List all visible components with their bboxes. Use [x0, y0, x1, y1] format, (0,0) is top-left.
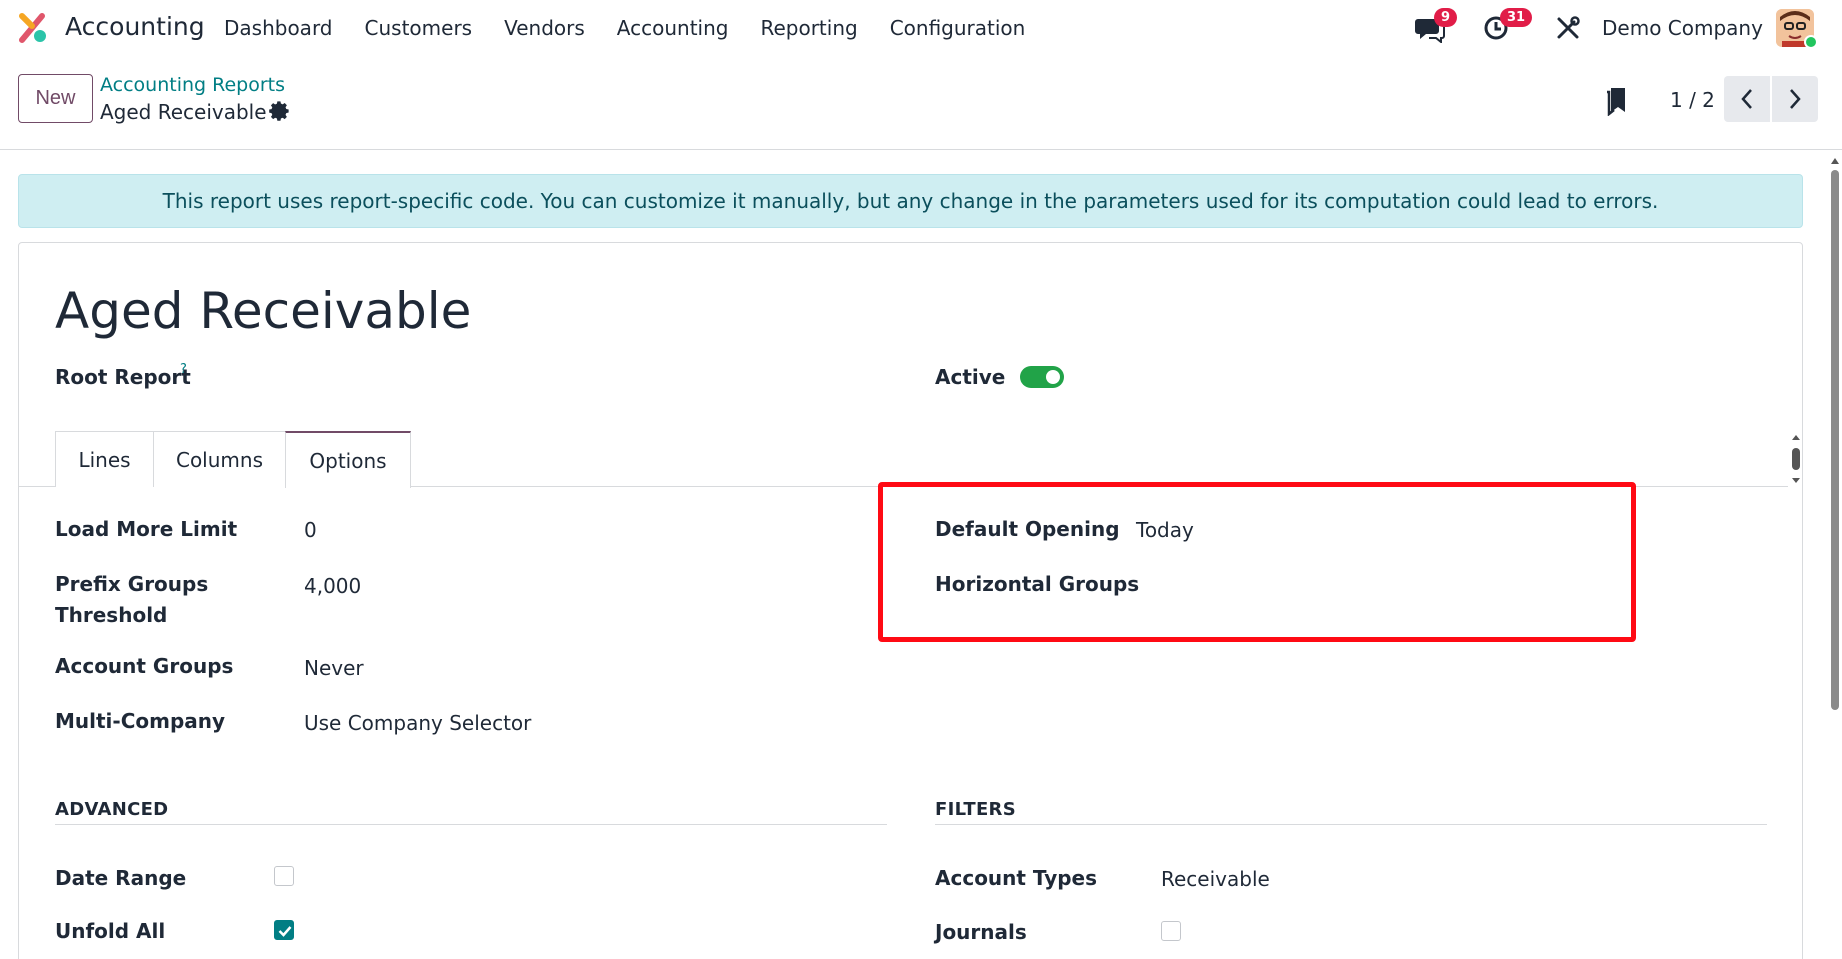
control-panel: New Accounting Reports Aged Receivable 1…: [0, 56, 1842, 150]
pager-value[interactable]: 1 / 2: [1670, 88, 1715, 112]
tab-columns[interactable]: Columns: [153, 431, 286, 487]
multi-company-field[interactable]: Use Company Selector: [304, 711, 531, 735]
menu-customers[interactable]: Customers: [365, 16, 473, 40]
menu-vendors[interactable]: Vendors: [504, 16, 585, 40]
info-alert: This report uses report-specific code. Y…: [18, 174, 1803, 228]
new-button[interactable]: New: [18, 74, 93, 123]
activity-count-badge: 31: [1500, 8, 1533, 27]
account-groups-field[interactable]: Never: [304, 656, 364, 680]
report-title[interactable]: Aged Receivable: [55, 282, 471, 340]
debug-tools-icon[interactable]: [1554, 14, 1582, 42]
bookmark-icon[interactable]: [1604, 86, 1628, 116]
load-more-limit-label: Load More Limit: [55, 517, 238, 541]
menu-reporting[interactable]: Reporting: [760, 16, 857, 40]
multi-company-label: Multi-Company: [55, 709, 226, 733]
advanced-section-rule: [55, 824, 887, 825]
tab-lines[interactable]: Lines: [55, 431, 154, 487]
menu-accounting[interactable]: Accounting: [617, 16, 729, 40]
filters-section-heading: FILTERS: [935, 799, 1016, 820]
account-groups-label: Account Groups: [55, 654, 234, 678]
prefix-groups-label-line1: Prefix Groups: [55, 572, 209, 596]
date-range-label: Date Range: [55, 866, 187, 890]
active-toggle[interactable]: [1020, 366, 1064, 388]
main-menu: Dashboard Customers Vendors Accounting R…: [224, 16, 1057, 40]
active-label: Active: [935, 365, 1006, 389]
chevron-left-icon: [1741, 89, 1752, 109]
checkmark-icon: [278, 926, 292, 937]
advanced-section-heading: ADVANCED: [55, 799, 169, 820]
gear-icon[interactable]: [268, 100, 290, 122]
tabs-scrollbar[interactable]: [1790, 434, 1802, 484]
chevron-right-icon: [1790, 89, 1801, 109]
account-types-field[interactable]: Receivable: [1161, 867, 1270, 891]
chat-count-badge: 9: [1434, 8, 1458, 27]
highlight-annotation-box: [878, 482, 1636, 642]
tab-options[interactable]: Options: [285, 431, 411, 488]
root-report-label: Root Report: [55, 365, 191, 389]
journals-label: Journals: [935, 920, 1027, 944]
accounting-app-icon[interactable]: [18, 12, 50, 44]
filters-section-rule: [935, 824, 1767, 825]
page-scrollbar[interactable]: [1828, 156, 1842, 959]
breadcrumb-parent-link[interactable]: Accounting Reports: [100, 74, 285, 96]
unfold-all-checkbox[interactable]: [274, 920, 294, 940]
account-types-label: Account Types: [935, 866, 1098, 890]
prefix-groups-threshold-field[interactable]: 4,000: [304, 574, 361, 598]
pager-previous-button[interactable]: [1724, 76, 1770, 122]
breadcrumb-current: Aged Receivable: [100, 100, 267, 124]
company-switcher[interactable]: Demo Company: [1602, 16, 1763, 40]
root-report-help-icon[interactable]: ?: [180, 362, 187, 377]
menu-dashboard[interactable]: Dashboard: [224, 16, 333, 40]
online-status-dot: [1804, 35, 1818, 49]
pager-next-button[interactable]: [1772, 76, 1818, 122]
unfold-all-label: Unfold All: [55, 919, 166, 943]
prefix-groups-label-line2: Threshold: [55, 603, 168, 627]
top-navbar: Accounting Dashboard Customers Vendors A…: [0, 0, 1842, 56]
journals-checkbox[interactable]: [1161, 921, 1181, 941]
menu-configuration[interactable]: Configuration: [890, 16, 1026, 40]
date-range-checkbox[interactable]: [274, 866, 294, 886]
load-more-limit-field[interactable]: 0: [304, 518, 317, 542]
app-name[interactable]: Accounting: [65, 12, 205, 41]
